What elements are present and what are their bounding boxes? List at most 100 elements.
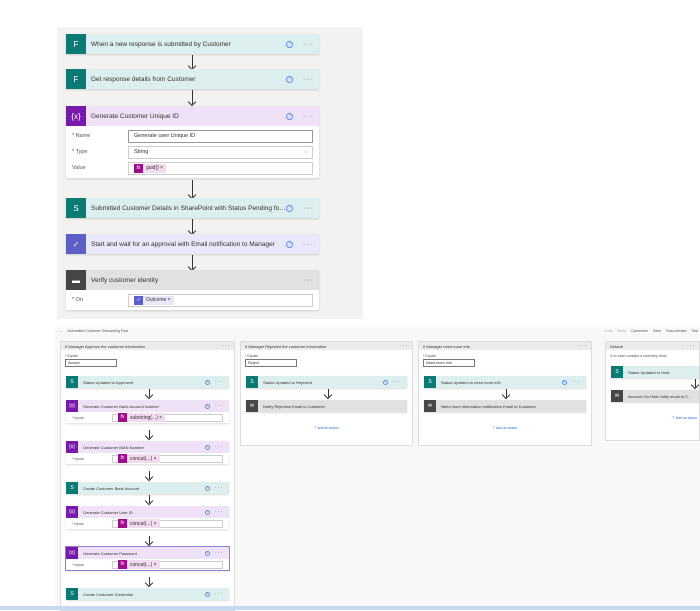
switch-case-4[interactable]: Default ··· If no case contains a matching… [605, 341, 700, 441]
value-input[interactable]: fx guid() × [128, 161, 313, 175]
init-variable-card[interactable]: {x} Generate Customer Unique ID? ··· * Nam… [66, 106, 319, 178]
expression-token[interactable]: fx concat(...) × [118, 454, 160, 463]
arrow-icon [192, 255, 193, 269]
approval-card[interactable]: ✓ Start and wait for an approval with Ema… [66, 234, 319, 254]
more-icon[interactable]: ··· [687, 343, 695, 349]
on-input[interactable]: ✓ Outcome × [128, 293, 313, 307]
help-icon[interactable]: ? [286, 112, 293, 120]
case-header: If Manager need more info ··· [419, 342, 591, 350]
inputs-field[interactable]: fx concat(...) × [112, 519, 223, 528]
add-action-button[interactable]: ⊤ Add an action [492, 426, 517, 430]
action-card[interactable]: {x} Generate Customer User ID? ··· * Inputs… [66, 506, 229, 529]
help-icon[interactable]: ? [205, 509, 210, 515]
switch-case-3[interactable]: If Manager need more info ··· * Equals Need… [418, 341, 592, 446]
help-icon[interactable]: ? [286, 204, 293, 212]
arrow-icon [148, 577, 150, 585]
more-icon[interactable]: ··· [303, 113, 313, 120]
equals-input[interactable]: Accept [65, 359, 117, 367]
more-icon[interactable]: ··· [215, 444, 223, 450]
help-icon[interactable]: ? [286, 240, 293, 248]
action-card[interactable]: {x} Generate Customer Bank Account Number… [66, 400, 229, 423]
equals-input[interactable]: Need more info [423, 359, 475, 367]
more-icon[interactable]: ··· [222, 343, 230, 349]
arrow-icon [148, 389, 150, 397]
help-icon[interactable]: ? [286, 40, 293, 48]
redo-button[interactable]: Redo [618, 329, 626, 333]
inputs-field[interactable]: fx substring(...) × [112, 413, 223, 422]
get-details-card[interactable]: F Get response details from Customer? ··· [66, 69, 319, 89]
mail-icon: ✉ [424, 400, 436, 412]
inputs-field[interactable]: fx concat(...) × [112, 454, 223, 463]
more-icon[interactable]: ··· [215, 550, 223, 556]
help-icon[interactable]: ? [286, 75, 293, 83]
more-icon[interactable]: ··· [215, 379, 223, 385]
comments-button[interactable]: Comments [631, 329, 648, 333]
action-card[interactable]: ✉ Need more information notification Emai… [424, 400, 586, 412]
more-icon[interactable]: ··· [303, 241, 313, 248]
add-action-button[interactable]: ⊤ Add an action [672, 416, 697, 420]
forms-icon: F [66, 69, 86, 89]
more-icon[interactable]: ··· [572, 379, 580, 385]
sharepoint-card[interactable]: S Submitted Customer Details in SharePoin… [66, 198, 319, 218]
arrow-icon [148, 471, 150, 479]
scrollbar[interactable] [0, 606, 700, 610]
more-icon[interactable]: ··· [579, 343, 587, 349]
more-icon[interactable]: ··· [215, 591, 223, 597]
add-action-button[interactable]: ⊤ Add an action [314, 426, 339, 430]
more-icon[interactable]: ··· [400, 343, 408, 349]
help-icon[interactable]: ? [562, 379, 567, 385]
undo-button[interactable]: Undo [604, 329, 612, 333]
more-icon[interactable]: ··· [303, 277, 313, 284]
sharepoint-icon: S [66, 376, 78, 388]
more-icon[interactable]: ··· [215, 509, 223, 515]
action-card[interactable]: S Status Updated to Hold [611, 366, 699, 378]
approval-icon: ✓ [134, 295, 143, 305]
fx-icon: fx [118, 413, 127, 422]
action-card[interactable]: S Status Updated to Approved? ··· [66, 376, 229, 388]
help-icon[interactable]: ? [205, 591, 210, 597]
action-card[interactable]: {x} Generate Customer IBAN Number? ··· * In… [66, 441, 229, 464]
arrow-icon [506, 389, 507, 397]
save-button[interactable]: Save [653, 329, 661, 333]
inputs-field[interactable]: fx concat(...) × [112, 560, 223, 569]
help-icon[interactable]: ? [205, 550, 210, 556]
help-icon[interactable]: ? [205, 379, 210, 385]
trigger-card[interactable]: F When a new response is submitted by Cus… [66, 34, 319, 54]
equals-input[interactable]: Reject [245, 359, 297, 367]
action-card[interactable]: ✉ Notify Rejection Email to Customer [246, 400, 407, 412]
outcome-token[interactable]: ✓ Outcome × [134, 295, 174, 305]
action-card[interactable]: {x} Generate Customer Password? ··· * Input… [65, 546, 230, 571]
action-card[interactable]: ✉Account On Hold notify email to Custome… [611, 390, 699, 402]
help-icon[interactable]: ? [205, 403, 210, 409]
action-card[interactable]: S Status Updated to Rejected? ··· [246, 376, 407, 388]
type-select[interactable]: String ⌵ [128, 145, 313, 159]
approval-icon: ✓ [66, 234, 86, 254]
switch-case-1[interactable]: If Manager Approve the customer informat… [60, 341, 235, 611]
flow-checker-button[interactable]: Flow checker [666, 329, 687, 333]
more-icon[interactable]: ··· [215, 403, 223, 409]
action-card[interactable]: S Create Customer Credential? ··· [66, 588, 229, 600]
more-icon[interactable]: ··· [303, 205, 313, 212]
more-icon[interactable]: ··· [393, 379, 401, 385]
expression-token[interactable]: fx guid() × [134, 163, 167, 173]
arrow-icon [148, 430, 150, 438]
expression-token[interactable]: fx concat(...) × [118, 560, 160, 569]
mail-icon: ✉ [611, 390, 623, 402]
more-icon[interactable]: ··· [303, 41, 313, 48]
more-icon[interactable]: ··· [215, 485, 223, 491]
arrow-icon [192, 55, 193, 68]
action-card[interactable]: S Status Updated to need more info? ··· [424, 376, 586, 388]
help-icon[interactable]: ? [205, 485, 210, 491]
editor-toolbar: Undo Redo Comments Save Flow checker Tes… [604, 329, 698, 333]
switch-card[interactable]: ▬ Verify customer identity ··· * On ✓ Outcom… [66, 270, 319, 310]
switch-case-2[interactable]: If Manager Rejected the customer informa… [240, 341, 413, 446]
action-card[interactable]: S Create Customer Bank Account? ··· [66, 482, 229, 494]
name-input[interactable]: Generate user Unique ID [128, 129, 313, 143]
more-icon[interactable]: ··· [303, 76, 313, 83]
test-button[interactable]: Test [692, 329, 698, 333]
help-icon[interactable]: ? [383, 379, 388, 385]
back-arrow-icon[interactable]: ← [60, 329, 64, 333]
expression-token[interactable]: fx concat(...) × [118, 519, 160, 528]
expression-token[interactable]: fx substring(...) × [118, 413, 166, 422]
help-icon[interactable]: ? [205, 444, 210, 450]
